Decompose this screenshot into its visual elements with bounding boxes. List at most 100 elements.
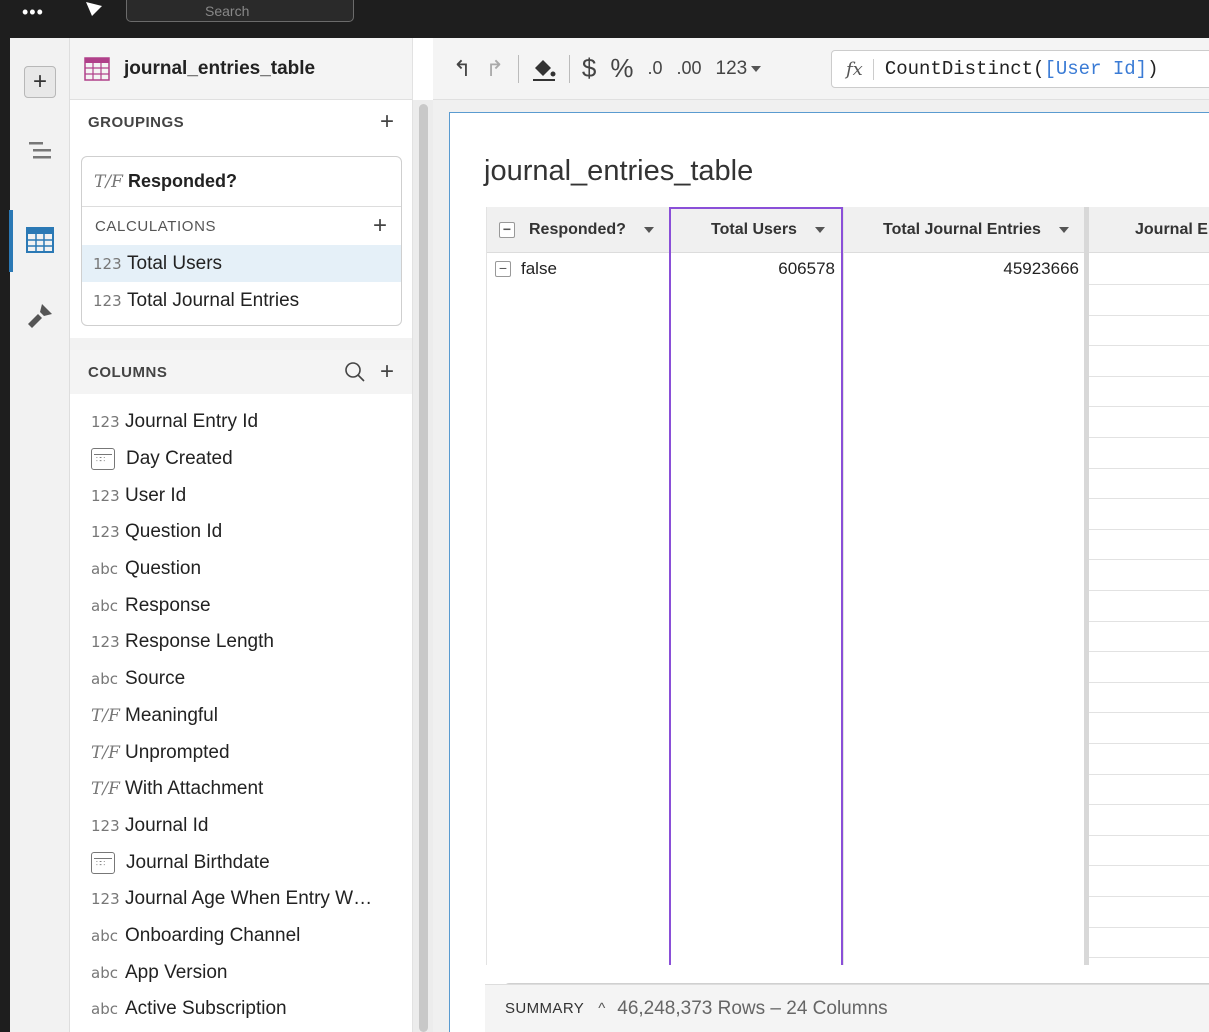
text-type-icon: abc (91, 1000, 118, 1019)
column-name: User Id (125, 484, 187, 506)
grouping-box: T/F Responded? CALCULATIONS + 123 Total … (81, 156, 402, 326)
collapse-icon[interactable]: − (495, 261, 511, 277)
number-type-icon: 123 (91, 816, 120, 835)
column-item[interactable]: Day Created (70, 441, 412, 478)
column-item[interactable]: abc App Version (70, 954, 412, 991)
row-divider (1089, 559, 1209, 561)
redo-icon[interactable]: ↱ (485, 56, 503, 82)
chevron-down-icon[interactable] (751, 65, 762, 72)
column-name: Question Id (125, 521, 223, 543)
summary-info: 46,248,373 Rows – 24 Columns (617, 997, 888, 1019)
collapse-icon[interactable]: − (499, 222, 515, 238)
row-divider (1089, 345, 1209, 347)
panel-scrollbar[interactable] (413, 100, 433, 1032)
table-row[interactable]: − false (495, 259, 557, 279)
column-name: Response (125, 594, 211, 616)
undo-icon[interactable]: ↰ (453, 56, 471, 82)
text-type-icon: abc (91, 560, 118, 579)
panel-divider (70, 338, 412, 350)
column-item[interactable]: abc Question (70, 551, 412, 588)
column-name: Journal Age When Entry W… (125, 888, 373, 910)
format-brush-icon[interactable] (24, 300, 56, 332)
grouping-item[interactable]: T/F Responded? (82, 157, 401, 207)
add-grouping-button[interactable]: + (380, 108, 394, 136)
row-divider (1089, 957, 1209, 959)
left-rail: + (0, 38, 70, 1032)
number-format-dropdown[interactable]: 123 (716, 58, 748, 80)
column-item[interactable]: T/FMil… (70, 1028, 412, 1032)
search-input[interactable]: Search (126, 0, 354, 22)
add-element-button[interactable]: + (24, 66, 56, 98)
groupings-label: GROUPINGS (88, 113, 185, 131)
column-item[interactable]: T/F With Attachment (70, 771, 412, 808)
column-item[interactable]: T/F Unprompted (70, 734, 412, 771)
add-column-button[interactable]: + (380, 358, 394, 386)
row-divider (1089, 498, 1209, 500)
row-divider (1089, 712, 1209, 714)
column-header-journal-entry[interactable]: Journal En (1135, 207, 1209, 253)
column-item[interactable]: Journal Birthdate (70, 844, 412, 881)
table-element[interactable]: journal_entries_table − Responded? Total… (449, 112, 1209, 1032)
freeze-divider[interactable] (1084, 207, 1089, 965)
calculations-header: CALCULATIONS + (82, 207, 401, 245)
column-item[interactable]: 123 User Id (70, 477, 412, 514)
column-item[interactable]: 123 Journal Entry Id (70, 404, 412, 441)
calculation-name: Total Users (127, 252, 223, 274)
add-calculation-button[interactable]: + (373, 212, 387, 240)
groupings-header: GROUPINGS + (70, 100, 412, 144)
formula-input[interactable]: CountDistinct([User Id]) (874, 58, 1159, 80)
columns-list: 123 Journal Entry Id Day Created 123 User Id… (70, 394, 412, 1032)
data-source-title[interactable]: journal_entries_table (124, 58, 315, 80)
row-divider (1089, 437, 1209, 438)
calculation-item-total-users[interactable]: 123 Total Users (82, 245, 401, 282)
data-table-icon (84, 56, 110, 81)
search-columns-icon[interactable] (344, 361, 366, 383)
text-type-icon: abc (91, 926, 118, 945)
column-item[interactable]: 123 Question Id (70, 514, 412, 551)
table-icon[interactable] (24, 224, 56, 256)
column-item[interactable]: 123 Journal Id (70, 808, 412, 845)
chevron-down-icon[interactable] (643, 227, 654, 233)
summary-label: SUMMARY (505, 1000, 585, 1017)
columns-header: COLUMNS + (70, 350, 412, 394)
column-item[interactable]: T/F Meaningful (70, 698, 412, 735)
table-title[interactable]: journal_entries_table (484, 155, 753, 188)
column-name: Question (125, 558, 202, 580)
column-item[interactable]: 123 Journal Age When Entry W… (70, 881, 412, 918)
fill-color-icon[interactable] (531, 56, 557, 82)
column-name: Response Length (125, 631, 274, 653)
column-item[interactable]: abc Onboarding Channel (70, 918, 412, 955)
columns-label: COLUMNS (88, 363, 168, 381)
decrease-decimals-button[interactable]: .0 (647, 58, 662, 79)
more-menu-icon[interactable]: ••• (22, 2, 44, 23)
column-item[interactable]: abc Response (70, 587, 412, 624)
column-header-total-journal-entries[interactable]: Total Journal Entries (883, 207, 1083, 253)
column-header-responded[interactable]: − Responded? (499, 207, 669, 253)
row-divider (1089, 467, 1209, 469)
increase-decimals-button[interactable]: .00 (676, 58, 701, 79)
row-divider (1089, 743, 1209, 744)
column-item[interactable]: 123 Response Length (70, 624, 412, 661)
formula-bar[interactable]: fx CountDistinct([User Id]) (831, 50, 1209, 88)
column-item[interactable]: abc Active Subscription (70, 991, 412, 1028)
calendar-icon (91, 448, 115, 471)
percent-format-button[interactable]: % (610, 53, 633, 84)
panel-header: journal_entries_table (70, 38, 412, 100)
text-type-icon: abc (91, 963, 118, 982)
calculation-item-total-journal-entries[interactable]: 123 Total Journal Entries (82, 282, 401, 319)
total-journal-entries-cell[interactable]: 45923666 (843, 259, 1079, 279)
column-name: With Attachment (125, 778, 264, 800)
text-type-icon: abc (91, 596, 118, 615)
chevron-down-icon[interactable] (1058, 227, 1069, 233)
function-icon: fx (832, 58, 874, 80)
column-item[interactable]: abc Source (70, 661, 412, 698)
row-divider (1089, 681, 1209, 683)
chevron-up-icon[interactable]: ^ (598, 1000, 605, 1017)
summary-bar[interactable]: SUMMARY ^ 46,248,373 Rows – 24 Columns (485, 984, 1209, 1032)
app-logo-icon[interactable] (84, 0, 106, 18)
row-divider (1089, 284, 1209, 285)
currency-format-button[interactable]: $ (582, 53, 596, 84)
outline-icon[interactable] (24, 136, 56, 168)
top-bar: ••• Search (0, 0, 1209, 38)
column-name: App Version (125, 961, 228, 983)
